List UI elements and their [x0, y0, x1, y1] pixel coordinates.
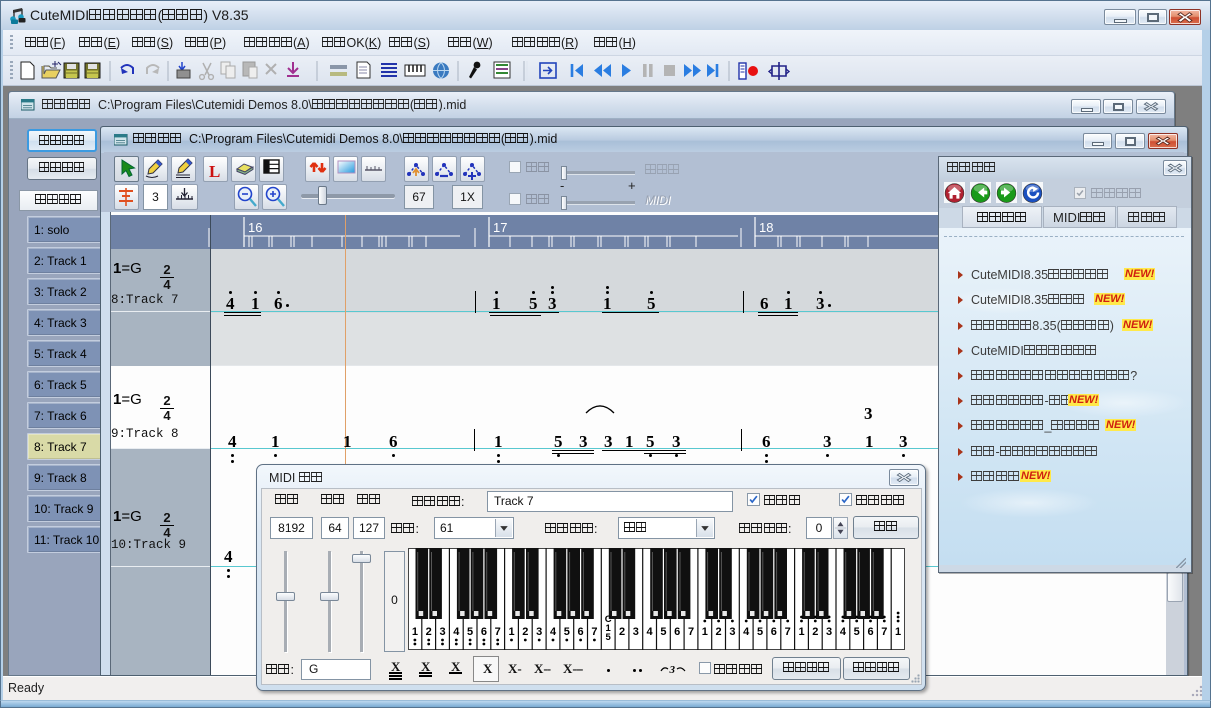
svg-text:1: 1 [798, 626, 804, 638]
svg-text:3: 3 [536, 626, 542, 638]
svg-text:5: 5 [854, 626, 860, 638]
svg-text:6: 6 [578, 626, 584, 638]
svg-text:2: 2 [522, 626, 528, 638]
svg-text:6: 6 [867, 626, 873, 638]
svg-text:5: 5 [660, 626, 666, 638]
svg-text:6: 6 [481, 626, 487, 638]
svg-text:2: 2 [812, 626, 818, 638]
svg-text:L: L [209, 162, 220, 181]
svg-text:4: 4 [647, 626, 654, 638]
svg-text:7: 7 [785, 626, 791, 638]
svg-text:18: 18 [759, 220, 773, 235]
svg-text:7: 7 [591, 626, 597, 638]
svg-text:2: 2 [619, 626, 625, 638]
svg-text:1: 1 [508, 626, 514, 638]
svg-text:7: 7 [495, 626, 501, 638]
svg-text:3: 3 [826, 626, 832, 638]
svg-text:5: 5 [606, 632, 612, 643]
svg-text:4: 4 [453, 626, 460, 638]
svg-text:16: 16 [248, 220, 262, 235]
svg-text:1: 1 [702, 626, 708, 638]
svg-text:4: 4 [550, 626, 557, 638]
svg-text:7: 7 [688, 626, 694, 638]
svg-text:3: 3 [633, 626, 639, 638]
svg-text:4: 4 [743, 626, 750, 638]
svg-text:6: 6 [674, 626, 680, 638]
svg-text:5: 5 [757, 626, 763, 638]
svg-text:1: 1 [412, 626, 418, 638]
svg-text:1: 1 [895, 626, 901, 638]
svg-text:17: 17 [493, 220, 507, 235]
svg-text:3: 3 [439, 626, 445, 638]
svg-text:3: 3 [669, 664, 676, 675]
svg-text:5: 5 [467, 626, 473, 638]
svg-text:3: 3 [729, 626, 735, 638]
svg-text:7: 7 [881, 626, 887, 638]
svg-text:4: 4 [840, 626, 847, 638]
svg-text:2: 2 [426, 626, 432, 638]
svg-text:5: 5 [564, 626, 570, 638]
svg-text:6: 6 [771, 626, 777, 638]
svg-text:2: 2 [716, 626, 722, 638]
